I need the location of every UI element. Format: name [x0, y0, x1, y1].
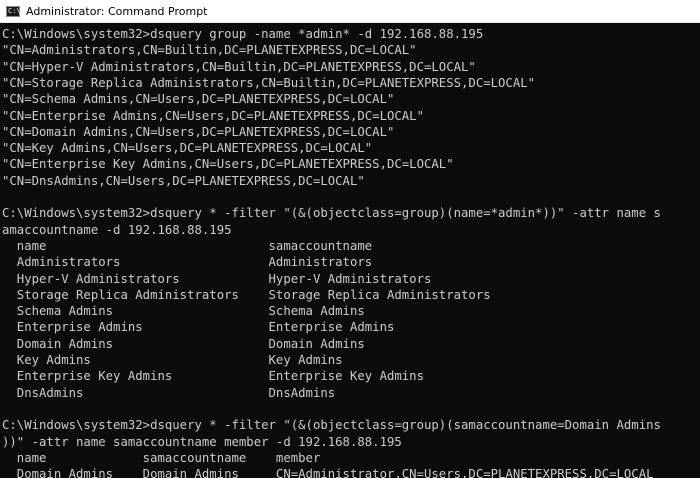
console-line: Enterprise Key Admins Enterprise Key Adm…	[2, 369, 424, 384]
console-line: name samaccountname member	[2, 450, 321, 465]
console-line: C:\Windows\system32>dsquery group -name …	[2, 27, 484, 41]
console-line: Storage Replica Administrators Storage R…	[2, 287, 491, 302]
console-line: "CN=DnsAdmins,CN=Users,DC=PLANETEXPRESS,…	[2, 173, 365, 188]
console-line: "CN=Key Admins,CN=Users,DC=PLANETEXPRESS…	[2, 141, 373, 156]
console-output[interactable]: C:\Windows\system32>dsquery group -name …	[0, 23, 700, 478]
console-line: C:\Windows\system32>dsquery * -filter "(…	[2, 206, 661, 221]
command-prompt-window: C:\ Administrator: Command Prompt C:\Win…	[0, 0, 700, 478]
console-line: ))" -attr name samaccountname member -d …	[2, 434, 402, 449]
console-line: Schema Admins Schema Admins	[2, 304, 365, 319]
console-line: "CN=Enterprise Key Admins,CN=Users,DC=PL…	[2, 157, 454, 172]
console-line: Enterprise Admins Enterprise Admins	[2, 320, 395, 335]
console-line: "CN=Administrators,CN=Builtin,DC=PLANETE…	[2, 43, 417, 58]
cmd-icon: C:\	[6, 5, 21, 17]
console-line: Key Admins Key Admins	[2, 353, 343, 367]
console-line: C:\Windows\system32>dsquery * -filter "(…	[2, 418, 661, 433]
console-line: "CN=Hyper-V Administrators,CN=Builtin,DC…	[2, 59, 476, 74]
console-line: Domain Admins Domain Admins CN=Administr…	[2, 467, 654, 478]
console-line: "CN=Schema Admins,CN=Users,DC=PLANETEXPR…	[2, 92, 395, 107]
console-line: Hyper-V Administrators Hyper-V Administr…	[2, 271, 432, 286]
console-line: "CN=Enterprise Admins,CN=Users,DC=PLANET…	[2, 108, 424, 123]
window-title: Administrator: Command Prompt	[26, 4, 208, 18]
cmd-icon-glyph: C:\	[8, 6, 21, 15]
console-line: name samaccountname	[2, 238, 373, 253]
console-line: "CN=Domain Admins,CN=Users,DC=PLANETEXPR…	[2, 124, 395, 139]
console-line: Administrators Administrators	[2, 255, 373, 270]
title-bar[interactable]: C:\ Administrator: Command Prompt	[0, 0, 700, 23]
console-line: Domain Admins Domain Admins	[2, 336, 365, 351]
console-line: amaccountname -d 192.168.88.195	[2, 222, 232, 237]
console-line: DnsAdmins DnsAdmins	[2, 385, 336, 400]
console-line: "CN=Storage Replica Administrators,CN=Bu…	[2, 75, 536, 90]
